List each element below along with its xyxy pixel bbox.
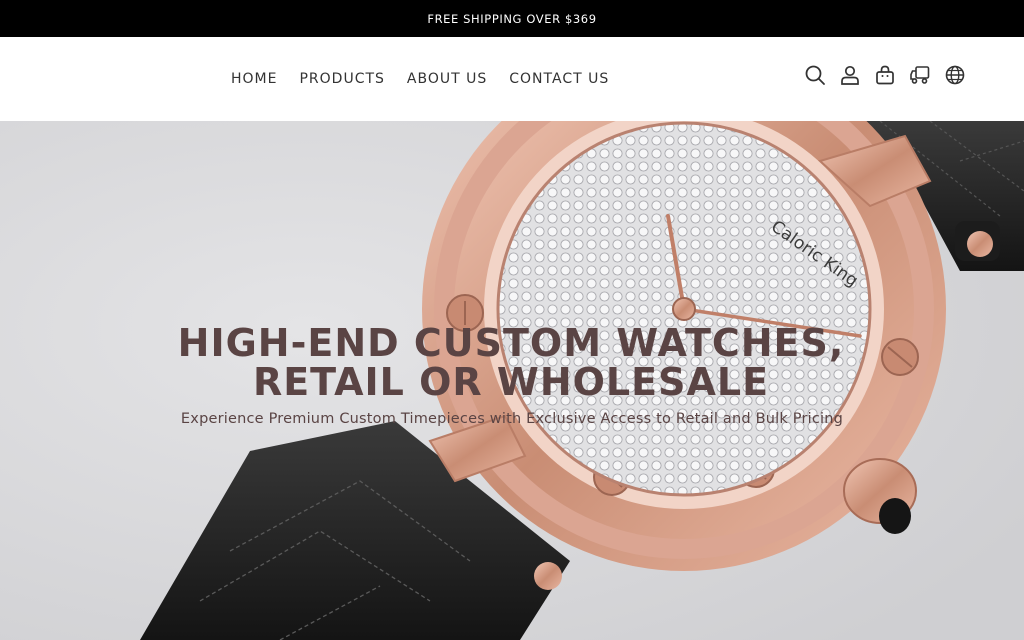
hero-title-line-1: HIGH-END CUSTOM WATCHES,: [177, 321, 845, 365]
cart-icon[interactable]: [874, 64, 896, 86]
announcement-text: FREE SHIPPING OVER $369: [427, 11, 597, 26]
account-icon[interactable]: [839, 64, 861, 86]
nav-home[interactable]: HOME: [231, 71, 277, 87]
hero-title: HIGH-END CUSTOM WATCHES, RETAIL OR WHOLE…: [0, 324, 1024, 402]
main-nav: HOME PRODUCTS ABOUT US CONTACT US: [231, 37, 631, 121]
hero-subtitle: Experience Premium Custom Timepieces wit…: [180, 411, 844, 427]
site-header: HOME PRODUCTS ABOUT US CONTACT US: [0, 37, 1024, 121]
language-icon[interactable]: [944, 64, 966, 86]
hero-title-line-2: RETAIL OR WHOLESALE: [252, 360, 770, 404]
shipping-icon[interactable]: [909, 64, 931, 86]
announcement-bar: FREE SHIPPING OVER $369: [0, 0, 1024, 37]
hero-banner: Caloric King HIGH-END CUSTOM WATCHES, RE…: [0, 121, 1024, 640]
nav-about-us[interactable]: ABOUT US: [407, 71, 487, 87]
hero-text: HIGH-END CUSTOM WATCHES, RETAIL OR WHOLE…: [0, 324, 1024, 428]
search-icon[interactable]: [804, 64, 826, 86]
nav-products[interactable]: PRODUCTS: [299, 71, 384, 87]
nav-contact-us[interactable]: CONTACT US: [509, 71, 609, 87]
header-icons: [791, 64, 966, 86]
